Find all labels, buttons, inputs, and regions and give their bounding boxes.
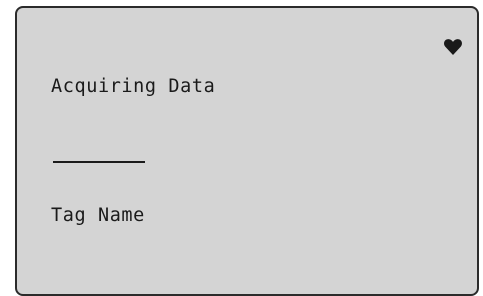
lcd-screen: Acquiring Data Tag Name: [15, 6, 479, 296]
heart-icon: [444, 39, 462, 55]
status-text: Acquiring Data: [51, 76, 216, 97]
tag-name-label: Tag Name: [51, 205, 145, 226]
value-underline: [53, 161, 145, 163]
